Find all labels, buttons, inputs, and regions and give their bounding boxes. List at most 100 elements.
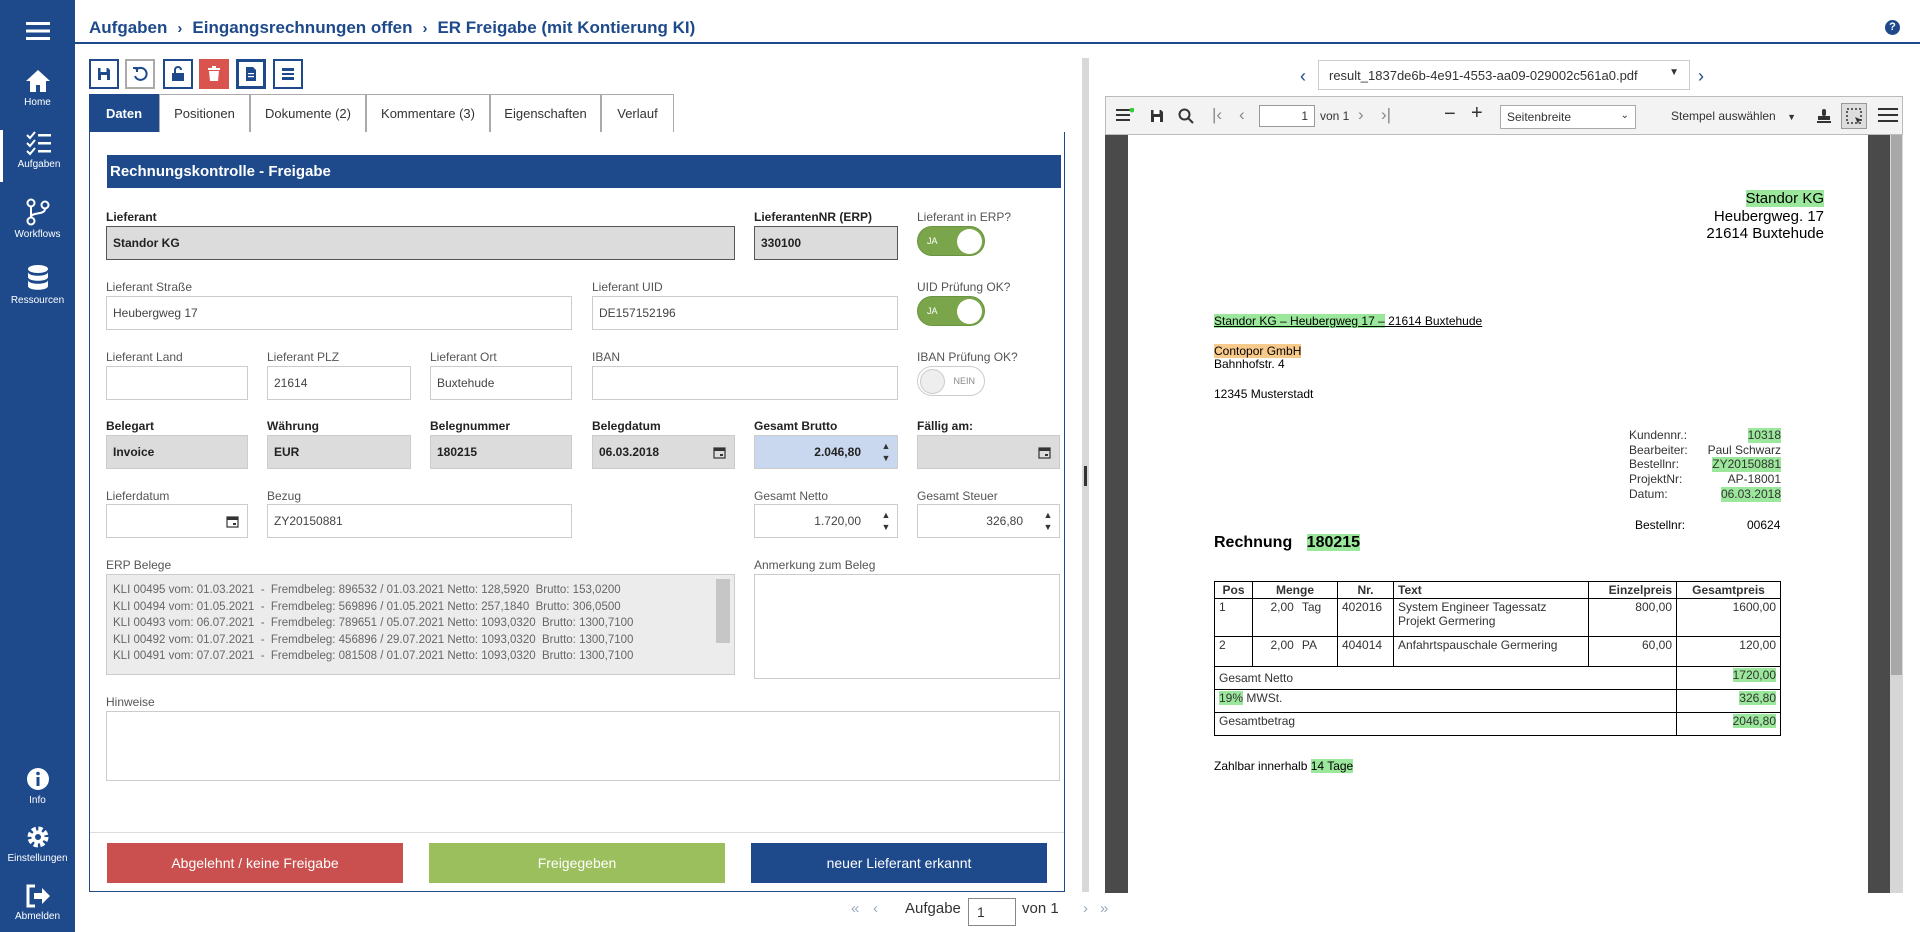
faellig-field[interactable]	[917, 435, 1060, 469]
scrollbar-thumb[interactable]	[1891, 135, 1902, 675]
tab-dokumente[interactable]: Dokumente (2)	[250, 94, 366, 132]
selection-tool-button[interactable]	[1841, 103, 1867, 129]
bezug-field[interactable]: ZY20150881	[267, 504, 572, 538]
anmerkung-textarea[interactable]	[754, 574, 1060, 679]
brutto-field[interactable]: 2.046,80 ▲ ▼	[754, 435, 898, 469]
unlock-button[interactable]	[163, 59, 193, 89]
table-row: 19% MWSt. 326,80	[1214, 689, 1781, 713]
meta-row: Kundennr.: 10318	[1629, 428, 1781, 443]
waehrung-field[interactable]: EUR	[267, 435, 411, 469]
layout-button[interactable]	[273, 59, 303, 89]
sidebar-item-einstellungen[interactable]: Einstellungen	[0, 824, 75, 864]
plz-field[interactable]: 21614	[267, 366, 411, 400]
tab-positionen[interactable]: Positionen	[159, 94, 250, 132]
erp-belege-list[interactable]: KLI 00495 vom: 01.03.2021 - Fremdbeleg: …	[106, 574, 735, 675]
scrollbar-thumb[interactable]	[716, 579, 730, 643]
sender-city: 21614 Buxtehude	[1706, 225, 1824, 242]
panel-splitter[interactable]	[1082, 58, 1089, 892]
caret-down-icon: ▼	[1787, 112, 1796, 122]
prev-page-button[interactable]: ‹	[873, 900, 878, 917]
zoom-select[interactable]: Seitenbreite ⌄	[1500, 105, 1636, 129]
save-button[interactable]	[89, 59, 119, 89]
list-item: KLI 00492 vom: 01.07.2021 - Fremdbeleg: …	[113, 633, 634, 646]
breadcrumb-item[interactable]: Aufgaben	[89, 18, 167, 38]
tab-eigenschaften[interactable]: Eigenschaften	[490, 94, 601, 132]
approve-button[interactable]: Freigegeben	[429, 843, 725, 883]
sidebar-item-workflows[interactable]: Workflows	[0, 198, 75, 240]
help-icon[interactable]: ?	[1885, 20, 1900, 35]
next-page-icon[interactable]: ›	[1358, 105, 1364, 125]
breadcrumb-item[interactable]: Eingangsrechnungen offen	[192, 18, 412, 38]
pager-input[interactable]: 1	[968, 898, 1016, 926]
search-icon[interactable]	[1178, 108, 1194, 127]
sidebar-item-home[interactable]: Home	[0, 68, 75, 108]
meta-key: Datum:	[1629, 486, 1668, 501]
first-page-button[interactable]: «	[851, 900, 859, 917]
unlock-icon	[172, 66, 184, 81]
delete-button[interactable]	[199, 59, 229, 89]
strasse-field[interactable]: Heubergweg 17	[106, 296, 572, 330]
zoom-in-icon[interactable]: +	[1471, 102, 1483, 125]
pdf-scrollbar[interactable]	[1890, 135, 1903, 893]
land-field[interactable]	[106, 366, 248, 400]
save-icon[interactable]	[1150, 109, 1164, 126]
file-select[interactable]: result_1837de6b-4e91-4553-aa09-029002c56…	[1318, 60, 1690, 90]
meta-key: Bestellnr:	[1629, 457, 1680, 472]
table-row: Gesamt Netto 1720,00	[1214, 666, 1781, 690]
calendar-icon[interactable]	[217, 505, 247, 537]
spinner-icon[interactable]: ▲ ▼	[879, 509, 893, 533]
tab-kommentare[interactable]: Kommentare (3)	[366, 94, 490, 132]
menu-icon[interactable]	[1878, 107, 1898, 126]
iban-ok-toggle[interactable]: NEIN	[917, 366, 985, 396]
sidebar-item-info[interactable]: Info	[0, 766, 75, 806]
next-file-button[interactable]: ›	[1698, 66, 1704, 87]
sidebar-item-ressourcen[interactable]: Ressourcen	[0, 264, 75, 306]
prev-page-icon[interactable]: ‹	[1239, 105, 1245, 125]
document-button[interactable]	[236, 59, 266, 89]
last-page-button[interactable]: »	[1100, 900, 1108, 917]
steuer-field[interactable]: 326,80 ▲ ▼	[917, 504, 1060, 538]
new-supplier-button[interactable]: neuer Lieferant erkannt	[751, 843, 1047, 883]
last-page-icon[interactable]: ›|	[1381, 105, 1391, 125]
strasse-label: Lieferant Straße	[106, 280, 193, 294]
stamp-icon[interactable]	[1816, 108, 1832, 127]
lieferant-field[interactable]: Standor KG	[106, 226, 735, 260]
tab-verlauf[interactable]: Verlauf	[601, 94, 674, 132]
ort-field[interactable]: Buxtehude	[430, 366, 572, 400]
uid-ok-toggle[interactable]: JA	[917, 296, 985, 326]
next-page-button[interactable]: ›	[1083, 900, 1088, 917]
lieferdatum-field[interactable]	[106, 504, 248, 538]
tasks-icon	[26, 131, 51, 156]
lieferantennr-field[interactable]: 330100	[754, 226, 898, 260]
calendar-icon[interactable]	[704, 436, 734, 468]
netto-field[interactable]: 1.720,00 ▲ ▼	[754, 504, 898, 538]
stamp-select[interactable]: Stempel auswählen ▼	[1671, 109, 1796, 123]
belegnummer-field[interactable]: 180215	[430, 435, 572, 469]
undo-button[interactable]	[125, 59, 155, 89]
sidebar-toggle-icon[interactable]	[1116, 107, 1135, 122]
uid-field[interactable]: DE157152196	[592, 296, 898, 330]
first-page-icon[interactable]: |‹	[1212, 105, 1222, 125]
sidebar-item-aufgaben[interactable]: Aufgaben	[0, 130, 75, 182]
column-header: Gesamtpreis	[1676, 581, 1781, 599]
prev-file-button[interactable]: ‹	[1300, 66, 1306, 87]
meta-value: 10318	[1747, 428, 1781, 443]
spinner-icon[interactable]: ▲ ▼	[879, 440, 893, 464]
invoice-heading-label: Rechnung	[1214, 534, 1293, 551]
lieferant-erp-toggle[interactable]: JA	[917, 226, 985, 256]
iban-field[interactable]	[592, 366, 898, 400]
menu-toggle-button[interactable]	[0, 20, 75, 42]
meta-value: Paul Schwarz	[1707, 442, 1781, 457]
hinweise-textarea[interactable]	[106, 711, 1060, 781]
belegart-field[interactable]: Invoice	[106, 435, 248, 469]
cell: 402016	[1337, 598, 1394, 637]
meta-row: Bearbeiter: Paul Schwarz	[1629, 443, 1781, 458]
tab-daten[interactable]: Daten	[89, 94, 159, 132]
reject-button[interactable]: Abgelehnt / keine Freigabe	[107, 843, 403, 883]
calendar-icon[interactable]	[1029, 436, 1059, 468]
spinner-icon[interactable]: ▲ ▼	[1041, 509, 1055, 533]
pdf-page-input[interactable]: 1	[1259, 105, 1315, 127]
zoom-out-icon[interactable]: −	[1444, 103, 1456, 126]
belegdatum-field[interactable]: 06.03.2018	[592, 435, 735, 469]
sidebar-item-abmelden[interactable]: Abmelden	[0, 884, 75, 922]
